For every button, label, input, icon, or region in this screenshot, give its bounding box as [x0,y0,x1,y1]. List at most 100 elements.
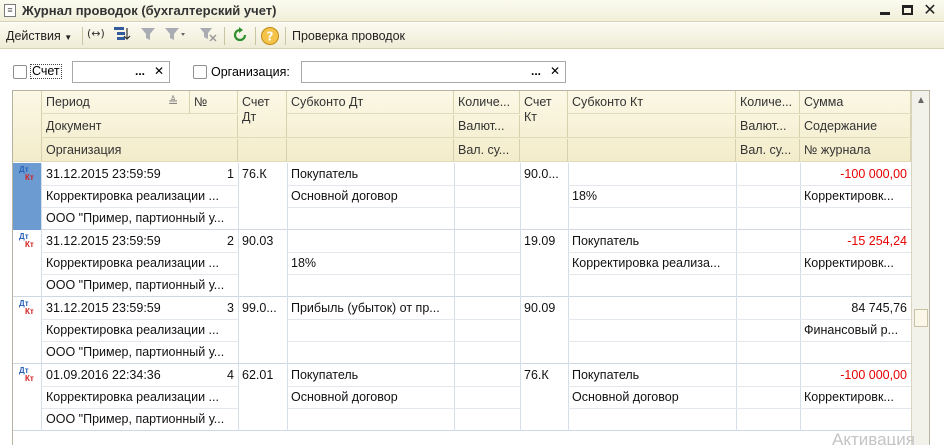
header-subconto-kt-3 [568,139,736,162]
cell-subconto-dt-1: Покупатель [291,167,359,181]
header-subconto-dt-3 [287,139,454,162]
cell-content: Корректировк... [804,256,894,270]
grid-line [800,408,911,409]
header-currency-amount-dt[interactable]: Вал. су... [454,139,520,162]
header-marker-column [13,91,42,162]
header-account-kt-blank [520,139,568,162]
row-marker: Дт Кт [13,364,41,431]
swap-icon-svg: (↔) [87,27,105,40]
sort-swap-icon[interactable]: (↔) [86,26,106,46]
header-period[interactable]: Период ≜ [42,91,190,114]
header-quantity-kt[interactable]: Количе... [736,91,800,114]
grid-line [454,207,520,208]
organization-clear-button[interactable]: ✕ [546,62,564,82]
refresh-icon[interactable] [230,26,250,46]
grid-line [736,341,800,342]
filter-dropdown-icon[interactable] [164,26,185,46]
clear-filter-icon[interactable] [198,26,218,46]
close-button[interactable]: ✕ [921,2,939,19]
header-subconto-kt[interactable]: Субконто Кт [568,91,736,114]
header-quantity-dt[interactable]: Количе... [454,91,520,114]
funnel-icon-svg [141,28,155,40]
dt-kt-entry-icon: Дт Кт [19,233,34,249]
dt-kt-entry-icon: Дт Кт [19,166,34,182]
header-subconto-dt-2 [287,115,454,138]
table-row[interactable]: Дт Кт 31.12.2015 23:59:59 1 Корректировка ре… [13,163,911,230]
grid-line [454,297,455,364]
cell-organization: ООО "Пример, партионный у... [46,211,225,225]
cell-account-kt: 90.0... [524,167,559,181]
organization-filter-checkbox[interactable] [193,65,207,79]
cell-organization: ООО "Пример, партионный у... [46,278,225,292]
grid-line [454,274,520,275]
cell-amount: -15 254,24 [847,234,907,248]
close-icon: ✕ [923,2,937,19]
toolbar-separator [255,27,256,45]
grid-line [800,207,911,208]
activation-watermark: Активация [832,430,915,445]
check-entries-button[interactable]: Проверка проводок [292,26,405,46]
table-row[interactable]: Дт Кт 31.12.2015 23:59:59 2 Корректировка ре… [13,230,911,297]
vertical-scrollbar[interactable]: ▲ [911,91,929,445]
cell-account-dt: 99.0... [242,301,277,315]
scroll-up-arrow-icon[interactable]: ▲ [912,91,929,111]
maximize-button[interactable] [898,2,916,19]
header-currency-amount-kt[interactable]: Вал. су... [736,139,800,162]
header-subconto-kt-2 [568,115,736,138]
filter-row: Счет ... ✕ Организация: ... ✕ [0,58,944,88]
header-content[interactable]: Содержание [800,115,911,138]
cell-subconto-dt-1: Покупатель [291,368,359,382]
header-number[interactable]: № [190,91,238,114]
hierarchy-filter-icon[interactable] [112,26,132,46]
row-marker: Дт Кт [13,297,41,364]
header-account-dt[interactable]: Счет Дт [238,91,287,138]
funnel-drop-icon-svg [165,28,185,40]
grid-line [736,274,800,275]
grid-line [736,408,800,409]
grid-line [736,364,737,431]
cell-subconto-kt-2: 18% [572,189,598,203]
actions-menu-button[interactable]: Действия ▼ [6,26,72,46]
header-amount[interactable]: Сумма [800,91,911,114]
grid-line [568,341,736,342]
help-icon-svg: ? [261,27,279,45]
filter-icon[interactable] [138,26,158,46]
grid-line [454,163,455,230]
kt-icon-label: Кт [25,173,34,182]
scroll-thumb[interactable] [914,309,928,327]
header-currency-dt[interactable]: Валют... [454,115,520,138]
cell-subconto-dt-2 [287,319,454,341]
grid-line [568,207,736,208]
organization-select-button[interactable]: ... [527,62,545,82]
header-organization[interactable]: Организация [42,139,238,162]
cell-document: Корректировка реализации ... [46,189,219,203]
grid-line [736,252,800,253]
header-journal-number[interactable]: № журнала [800,139,911,162]
cell-subconto-dt-2: 18% [291,256,317,270]
refresh-icon-svg [233,27,247,42]
grid-line [736,163,737,230]
row-marker: Дт Кт [13,230,41,297]
header-currency-kt[interactable]: Валют... [736,115,800,138]
svg-text:?: ? [267,30,274,44]
table-header: Период ≜ № Документ Организация Счет Дт … [13,91,911,162]
header-account-kt[interactable]: Счет Кт [520,91,568,138]
minimize-button[interactable] [876,2,894,19]
cell-account-dt: 62.01 [242,368,274,382]
account-select-button[interactable]: ... [131,62,149,82]
table-row[interactable]: Дт Кт 31.12.2015 23:59:59 3 Корректировка ре… [13,297,911,364]
kt-icon-label: Кт [25,307,34,316]
cell-number: 3 [227,301,234,315]
help-icon[interactable]: ? [260,26,280,46]
account-clear-button[interactable]: ✕ [150,62,168,82]
header-document[interactable]: Документ [42,115,238,138]
cell-amount: -100 000,00 [840,167,907,181]
kt-icon-label: Кт [25,240,34,249]
table-row[interactable]: Дт Кт 01.09.2016 22:34:36 4 Корректировка ре… [13,364,911,431]
grid-line [736,386,800,387]
grid-line [568,274,736,275]
grid-line [287,408,454,409]
header-subconto-dt[interactable]: Субконто Дт [287,91,454,114]
grid-line [454,408,520,409]
account-filter-checkbox[interactable] [13,65,27,79]
